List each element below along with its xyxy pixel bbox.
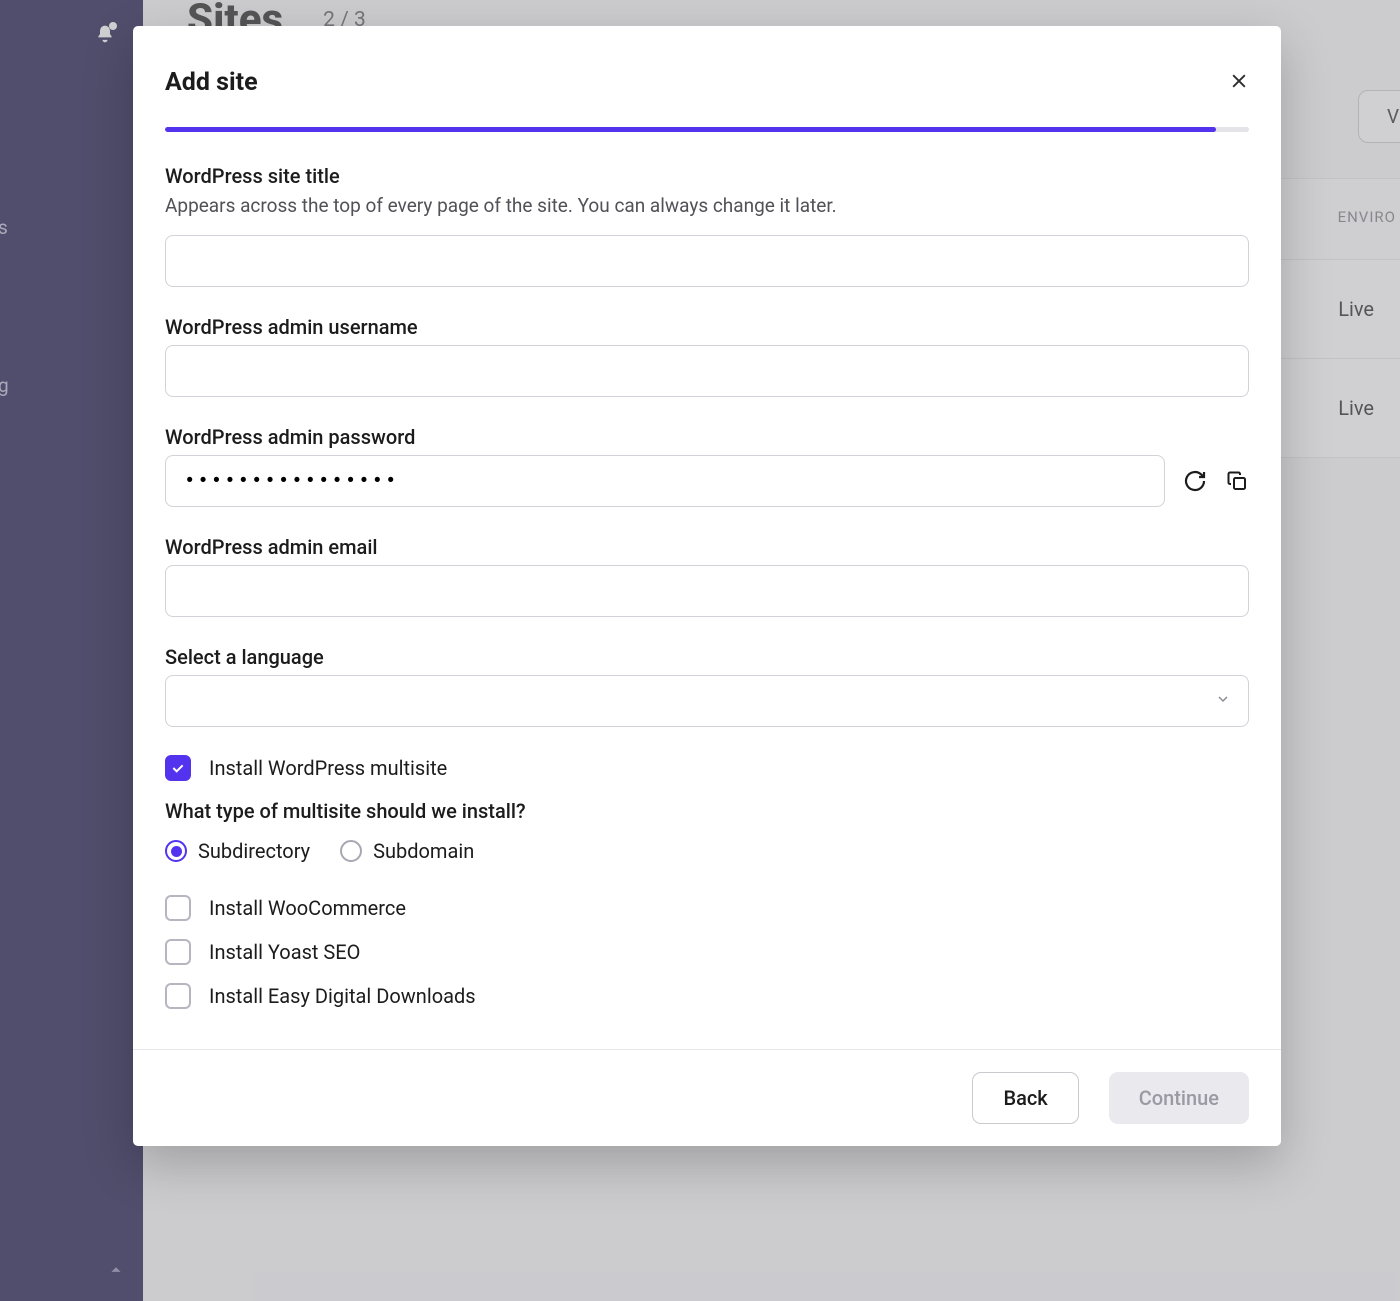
radio-label: Subdirectory xyxy=(198,839,310,863)
woocommerce-label: Install WooCommerce xyxy=(209,896,406,920)
continue-button[interactable]: Continue xyxy=(1109,1072,1249,1124)
site-title-hint: Appears across the top of every page of … xyxy=(165,194,1249,217)
radio-subdirectory[interactable]: Subdirectory xyxy=(165,839,310,863)
radio-input[interactable] xyxy=(340,840,362,862)
regenerate-password-icon[interactable] xyxy=(1183,469,1207,493)
language-label: Select a language xyxy=(165,645,1249,669)
edd-checkbox[interactable] xyxy=(165,983,191,1009)
yoast-checkbox[interactable] xyxy=(165,939,191,965)
multisite-type-question: What type of multisite should we install… xyxy=(165,799,1249,823)
back-button[interactable]: Back xyxy=(972,1072,1078,1124)
modal-title: Add site xyxy=(165,68,258,97)
progress-bar xyxy=(165,127,1249,132)
edd-label: Install Easy Digital Downloads xyxy=(209,984,476,1008)
admin-email-label: WordPress admin email xyxy=(165,535,1249,559)
multisite-checkbox[interactable] xyxy=(165,755,191,781)
admin-email-input[interactable] xyxy=(165,565,1249,617)
radio-subdomain[interactable]: Subdomain xyxy=(340,839,474,863)
radio-input[interactable] xyxy=(165,840,187,862)
admin-password-label: WordPress admin password xyxy=(165,425,1249,449)
yoast-label: Install Yoast SEO xyxy=(209,940,360,964)
admin-username-label: WordPress admin username xyxy=(165,315,1249,339)
site-title-label: WordPress site title xyxy=(165,164,1249,188)
close-icon[interactable] xyxy=(1229,71,1249,95)
woocommerce-checkbox[interactable] xyxy=(165,895,191,921)
multisite-label: Install WordPress multisite xyxy=(209,756,447,780)
add-site-modal: Add site WordPress site title Appears ac… xyxy=(133,26,1281,1146)
copy-password-icon[interactable] xyxy=(1225,469,1249,493)
progress-fill xyxy=(165,127,1216,132)
admin-password-input[interactable] xyxy=(165,455,1165,507)
admin-username-input[interactable] xyxy=(165,345,1249,397)
radio-label: Subdomain xyxy=(373,839,474,863)
site-title-input[interactable] xyxy=(165,235,1249,287)
language-select[interactable] xyxy=(165,675,1249,727)
